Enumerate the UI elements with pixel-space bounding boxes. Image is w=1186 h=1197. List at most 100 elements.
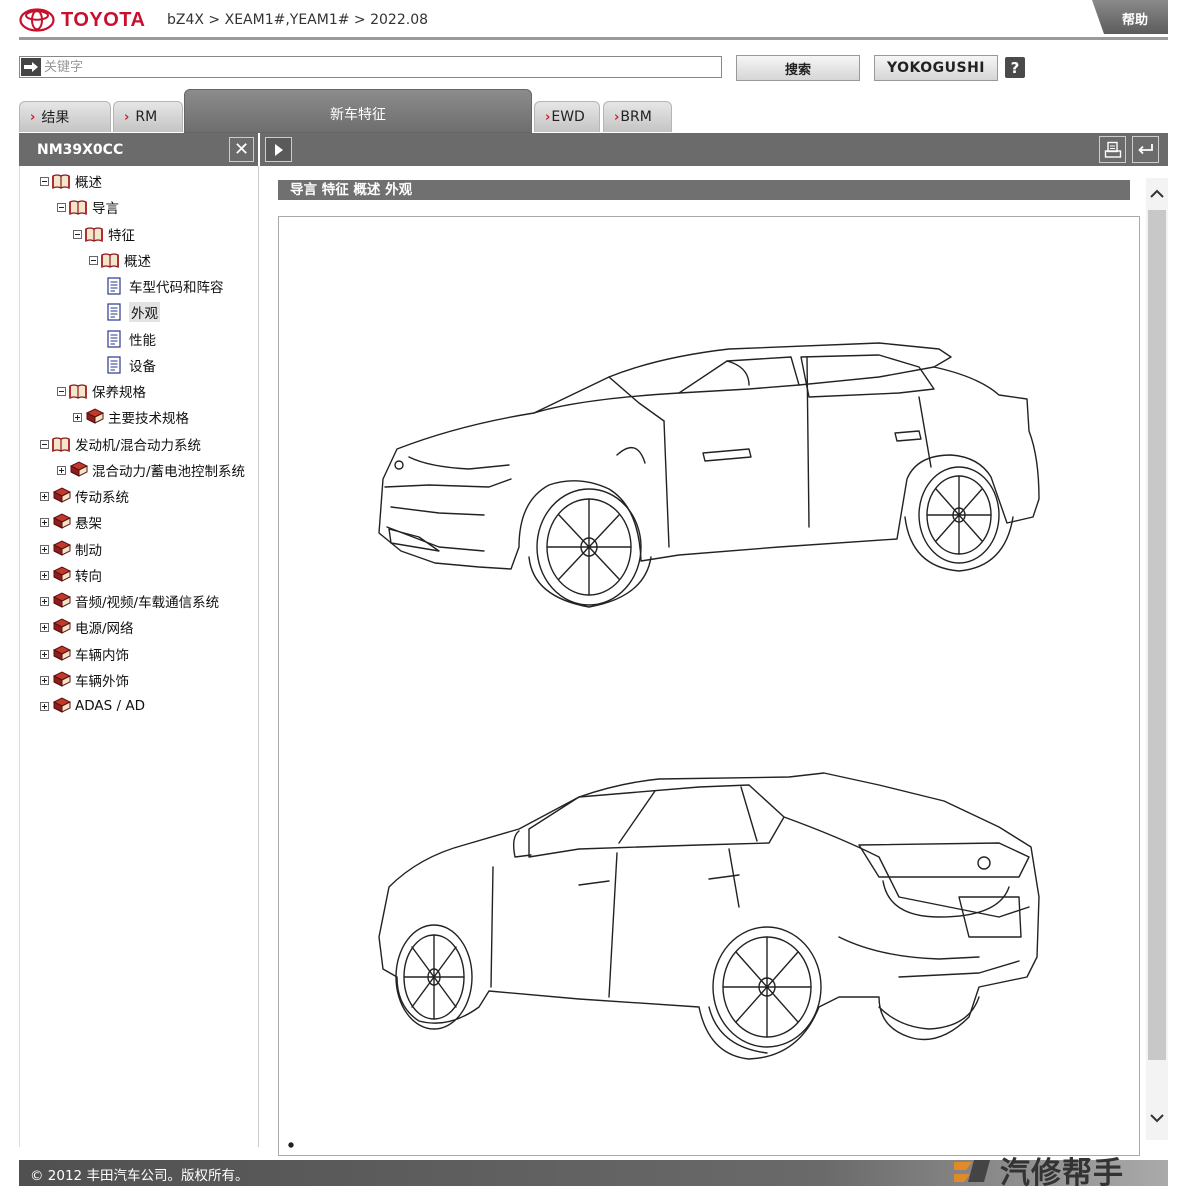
tree-node-main-specs[interactable]: 主要技术规格 xyxy=(73,407,189,427)
scroll-down-icon[interactable] xyxy=(1146,1104,1168,1132)
tree-node-suspension[interactable]: 悬架 xyxy=(40,512,102,532)
search-button[interactable]: 搜索 xyxy=(736,55,860,81)
close-icon[interactable]: ✕ xyxy=(229,137,254,162)
expand-icon[interactable] xyxy=(40,570,49,580)
tree-node-label: 悬架 xyxy=(75,516,102,532)
content-path-title: 导言 特征 概述 外观 xyxy=(278,180,1130,200)
yokogushi-button[interactable]: YOKOGUSHI xyxy=(874,55,998,81)
tree-node-label: 制动 xyxy=(75,543,102,559)
tree-node-hybrid-battery-control[interactable]: 混合动力/蓄电池控制系统 xyxy=(57,460,245,480)
tree-node-exterior[interactable]: 外观 xyxy=(107,302,160,322)
scroll-up-icon[interactable] xyxy=(1146,180,1168,208)
tab-label: 结果 xyxy=(41,110,70,126)
closed-book-icon xyxy=(51,697,71,715)
expand-icon[interactable] xyxy=(57,465,66,475)
tree-node-brakes[interactable]: 制动 xyxy=(40,539,102,559)
expand-icon[interactable] xyxy=(40,491,49,501)
tab-brm[interactable]: › BRM xyxy=(603,101,672,132)
open-book-icon xyxy=(51,172,71,190)
expand-icon[interactable] xyxy=(40,675,49,685)
tree-node-adas[interactable]: ADAS / AD xyxy=(40,696,145,716)
closed-book-icon xyxy=(51,671,71,689)
tab-label: BRM xyxy=(620,109,652,125)
tree-node-label: 发动机/混合动力系统 xyxy=(75,438,202,454)
watermark: 汽修帮手 xyxy=(950,1150,1124,1191)
tab-label: 新车特征 xyxy=(330,107,386,123)
expand-pane-button[interactable] xyxy=(265,137,292,162)
tree-node-label: 车辆外饰 xyxy=(75,674,129,690)
arrow-right-icon xyxy=(21,58,41,76)
tree-node-label: 电源/网络 xyxy=(75,621,134,637)
tab-new-car-features[interactable]: 新车特征 xyxy=(184,89,532,133)
help-label: 帮助 xyxy=(1122,13,1149,28)
print-icon xyxy=(1104,141,1121,158)
car-rear-view-illustration xyxy=(378,772,1040,1060)
open-book-icon xyxy=(84,225,104,243)
return-arrow-icon xyxy=(1137,143,1153,154)
tree-node-label: 概述 xyxy=(75,175,102,191)
collapse-icon[interactable] xyxy=(40,439,49,449)
chevron-right-icon: › xyxy=(545,109,551,125)
chevron-right-icon: › xyxy=(30,109,36,125)
tree-node-label: 设备 xyxy=(129,359,156,375)
watermark-text: 汽修帮手 xyxy=(1000,1156,1124,1191)
toolbar-divider xyxy=(258,133,260,166)
tree-node-steering[interactable]: 转向 xyxy=(40,565,102,585)
tab-ewd[interactable]: › EWD xyxy=(534,101,600,132)
scrollbar-thumb[interactable] xyxy=(1148,210,1166,1060)
collapse-icon[interactable] xyxy=(73,229,82,239)
tree-node-power-network[interactable]: 电源/网络 xyxy=(40,617,134,637)
collapse-icon[interactable] xyxy=(57,386,66,396)
tree-node-features[interactable]: 特征 xyxy=(73,224,135,244)
search-field[interactable] xyxy=(19,56,722,78)
expand-icon[interactable] xyxy=(40,701,49,711)
tree-node-maintenance-specs[interactable]: 保养规格 xyxy=(57,381,146,401)
document-icon xyxy=(107,277,121,295)
expand-icon[interactable] xyxy=(40,517,49,527)
tree-node-label: 混合动力/蓄电池控制系统 xyxy=(92,464,246,480)
return-button[interactable] xyxy=(1132,136,1159,163)
tree-node-label: 特征 xyxy=(108,228,135,244)
chevron-right-icon: › xyxy=(124,109,130,125)
chevron-right-icon: › xyxy=(614,109,620,125)
tab-rm[interactable]: › RM xyxy=(113,101,183,132)
tree-node-overview[interactable]: 概述 xyxy=(40,171,102,191)
tree-node-label: 性能 xyxy=(129,333,156,349)
document-icon xyxy=(107,303,121,321)
tree-node-label: 外观 xyxy=(129,302,160,322)
closed-book-icon xyxy=(84,408,104,426)
toyota-logo: TOYOTA xyxy=(19,8,145,32)
collapse-icon[interactable] xyxy=(57,202,66,212)
tree-node-interior[interactable]: 车辆内饰 xyxy=(40,644,129,664)
expand-icon[interactable] xyxy=(73,412,82,422)
tree-node-label: 主要技术规格 xyxy=(108,411,189,427)
tree-node-label: 传动系统 xyxy=(75,490,129,506)
breadcrumb: bZ4X > XEAM1#,YEAM1# > 2022.08 xyxy=(167,12,429,28)
tab-results[interactable]: › 结果 xyxy=(19,101,111,132)
expand-icon[interactable] xyxy=(40,622,49,632)
watermark-logo-icon xyxy=(954,1160,990,1182)
question-help-icon[interactable]: ? xyxy=(1005,57,1025,78)
toyota-emblem-icon xyxy=(19,8,55,32)
tree-node-drivetrain[interactable]: 传动系统 xyxy=(40,486,129,506)
expand-icon[interactable] xyxy=(40,596,49,606)
closed-book-icon xyxy=(51,618,71,636)
help-tab[interactable]: 帮助 xyxy=(1092,0,1168,34)
tree-node-equipment[interactable]: 设备 xyxy=(107,355,156,375)
collapse-icon[interactable] xyxy=(40,176,49,186)
document-code: NM39X0CC xyxy=(37,142,124,158)
tree-node-introduction[interactable]: 导言 xyxy=(57,197,119,217)
open-book-icon xyxy=(51,435,71,453)
expand-icon[interactable] xyxy=(40,649,49,659)
tree-node-performance[interactable]: 性能 xyxy=(107,329,156,349)
tree-node-audio-video[interactable]: 音频/视频/车载通信系统 xyxy=(40,591,219,611)
open-book-icon xyxy=(68,198,88,216)
tree-node-features-overview[interactable]: 概述 xyxy=(89,250,151,270)
print-button[interactable] xyxy=(1099,136,1126,163)
expand-icon[interactable] xyxy=(40,544,49,554)
tree-node-engine-hybrid[interactable]: 发动机/混合动力系统 xyxy=(40,434,201,454)
search-input[interactable] xyxy=(42,57,719,77)
tree-node-exterior-trim[interactable]: 车辆外饰 xyxy=(40,670,129,690)
tree-node-model-codes[interactable]: 车型代码和阵容 xyxy=(107,276,224,296)
collapse-icon[interactable] xyxy=(89,255,98,265)
